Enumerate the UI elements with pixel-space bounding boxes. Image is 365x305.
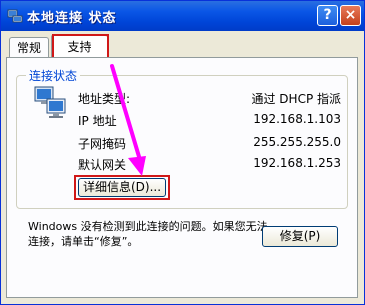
tab-general[interactable]: 常规 [9, 37, 49, 58]
details-highlight-box [74, 175, 170, 200]
ip-address-label: IP 地址 [78, 114, 117, 128]
default-gateway-label: 默认网关 [78, 158, 127, 172]
network-computers-icon [34, 86, 66, 118]
network-connection-icon [7, 9, 23, 23]
address-type-label: 地址类型: [78, 92, 131, 106]
ip-address-value: 192.168.1.103 [253, 112, 341, 126]
default-gateway-value: 192.168.1.253 [253, 156, 341, 170]
help-button[interactable]: ? [317, 5, 338, 26]
subnet-mask-label: 子网掩码 [78, 137, 127, 151]
close-button[interactable]: × [340, 5, 361, 26]
window-title: 本地连接 状态 [27, 11, 117, 26]
status-message: Windows 没有检测到此连接的问题。如果您无法连接，请单击“修复”。 [28, 220, 268, 248]
title-bar[interactable]: 本地连接 状态 ? × [1, 1, 364, 31]
group-title: 连接状态 [26, 67, 81, 84]
address-type-value: 通过 DHCP 指派 [251, 92, 341, 106]
subnet-mask-value: 255.255.255.0 [253, 135, 341, 149]
repair-button[interactable]: 修复(P) [262, 226, 338, 247]
